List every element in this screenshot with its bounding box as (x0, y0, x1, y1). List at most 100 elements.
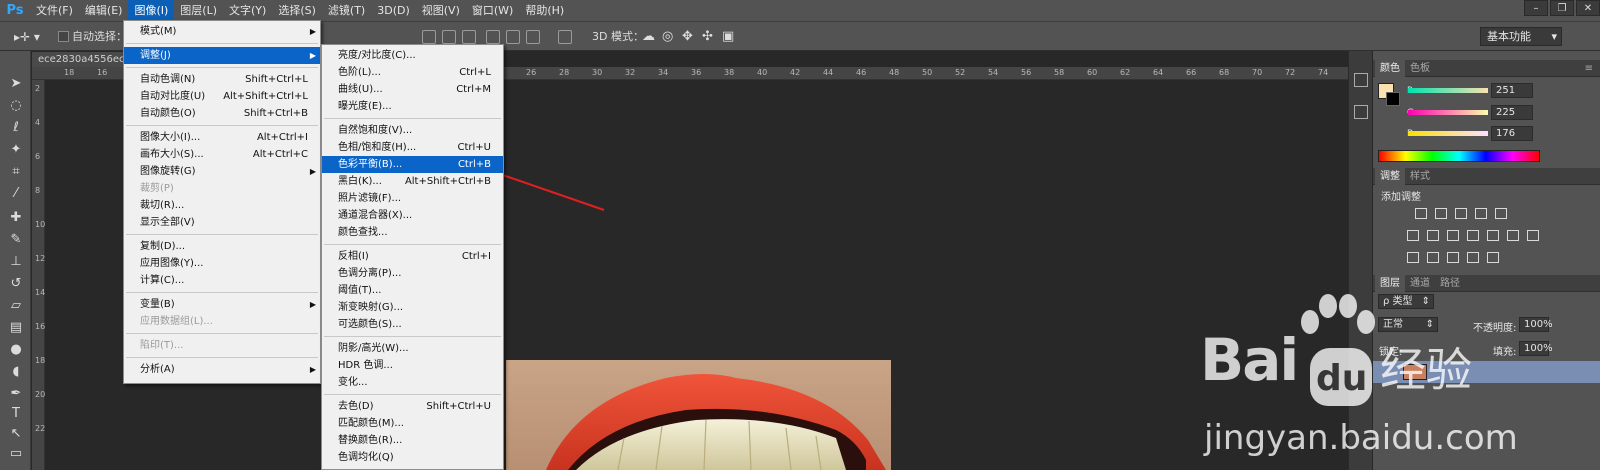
menu-5[interactable]: 选择(S) (272, 0, 322, 21)
image-menu-item[interactable]: 计算(C)... (124, 272, 320, 289)
threshold-icon[interactable] (1447, 252, 1459, 263)
vibrance-triangle-icon[interactable] (1495, 208, 1507, 219)
restore-button[interactable]: ❐ (1550, 0, 1574, 16)
crop-tool-icon[interactable]: ⌗ (6, 163, 26, 181)
layer-row[interactable] (1373, 361, 1600, 383)
brightness-icon[interactable] (1415, 208, 1427, 219)
image-menu-item[interactable]: 变量(B) ▶ (124, 296, 320, 313)
posterize-icon[interactable] (1427, 252, 1439, 263)
adjust-menu-item[interactable]: 可选颜色(S)... (322, 316, 503, 333)
channel-b-slider[interactable] (1408, 131, 1488, 136)
color-spectrum[interactable] (1378, 150, 1540, 162)
adjust-menu-item[interactable]: 替换颜色(R)... (322, 432, 503, 449)
menu-3[interactable]: 图层(L) (174, 0, 223, 21)
gradient-tool-icon[interactable]: ▤ (6, 319, 26, 337)
type-tool-icon[interactable]: T (6, 405, 26, 423)
align-hcenter-icon[interactable] (506, 30, 520, 44)
tab-color[interactable]: 颜色 (1375, 60, 1405, 77)
document-tab[interactable]: ece2830a4556ecf (32, 52, 136, 67)
magic-wand-icon[interactable]: ✦ (6, 141, 26, 159)
adjust-menu-item[interactable]: 曲线(U)... Ctrl+M (322, 81, 503, 98)
menu-8[interactable]: 视图(V) (416, 0, 466, 21)
adjust-menu-item[interactable]: 阈值(T)... (322, 282, 503, 299)
shape-tool-icon[interactable]: ▭ (6, 445, 26, 463)
levels-icon[interactable] (1435, 208, 1447, 219)
menu-4[interactable]: 文字(Y) (223, 0, 272, 21)
adjust-menu-item[interactable]: 黑白(K)... Alt+Shift+Ctrl+B (322, 173, 503, 190)
panel-menu-icon[interactable]: ≡ (1580, 60, 1598, 77)
image-menu-item[interactable]: 图像旋转(G) ▶ (124, 163, 320, 180)
adjust-menu-item[interactable]: 颜色查找... (322, 224, 503, 241)
tab-channels[interactable]: 通道 (1405, 275, 1435, 292)
adjust-menu-item[interactable]: 变化... (322, 374, 503, 391)
history-panel-icon[interactable] (1354, 73, 1368, 87)
align-vcenter-icon[interactable] (442, 30, 456, 44)
eraser-icon[interactable]: ▱ (6, 297, 26, 315)
opacity-value[interactable]: 100% (1519, 317, 1553, 332)
tab-layers[interactable]: 图层 (1375, 275, 1405, 292)
dodge-tool-icon[interactable]: ◖ (6, 363, 26, 381)
adjust-menu-item[interactable]: 曝光度(E)... (322, 98, 503, 115)
color-lookup-icon[interactable] (1527, 230, 1539, 241)
align-top-icon[interactable] (422, 30, 436, 44)
brush-tool-icon[interactable]: ✎ (6, 231, 26, 249)
adjust-menu-item[interactable]: 通道混合器(X)... (322, 207, 503, 224)
3d-scale-icon[interactable]: ▣ (722, 29, 734, 45)
selective-color-icon[interactable] (1467, 252, 1479, 263)
eyedropper-icon[interactable]: ⁄ (6, 185, 26, 203)
align-left-icon[interactable] (486, 30, 500, 44)
move-tool-icon[interactable]: ➤ (6, 75, 26, 93)
image-menu-item[interactable]: 自动色调(N) Shift+Ctrl+L (124, 71, 320, 88)
close-button[interactable]: ✕ (1576, 0, 1600, 16)
tab-swatches[interactable]: 色板 (1405, 60, 1435, 77)
align-right-icon[interactable] (526, 30, 540, 44)
marquee-tool-icon[interactable]: ◌ (6, 97, 26, 115)
adjust-menu-item[interactable]: 色相/饱和度(H)... Ctrl+U (322, 139, 503, 156)
layer-filter-select[interactable]: ρ 类型 ⇕ (1378, 294, 1434, 309)
vibrance-icon[interactable] (1407, 230, 1419, 241)
menu-6[interactable]: 滤镜(T) (322, 0, 371, 21)
image-menu-item[interactable]: 显示全部(V) (124, 214, 320, 231)
image-menu-item[interactable]: 调整(J) ▶ (124, 47, 320, 64)
color-balance-icon[interactable] (1447, 230, 1459, 241)
clone-stamp-icon[interactable]: ⊥ (6, 253, 26, 271)
channel-mixer-icon[interactable] (1507, 230, 1519, 241)
invert-icon[interactable] (1407, 252, 1419, 263)
menu-1[interactable]: 编辑(E) (79, 0, 129, 21)
align-bottom-icon[interactable] (462, 30, 476, 44)
channel-g-value[interactable]: 225 (1491, 105, 1533, 120)
adjust-menu-item[interactable]: 阴影/高光(W)... (322, 340, 503, 357)
properties-panel-icon[interactable] (1354, 105, 1368, 119)
adjust-menu-item[interactable]: 渐变映射(G)... (322, 299, 503, 316)
3d-slide-icon[interactable]: ✣ (702, 29, 713, 45)
tab-paths[interactable]: 路径 (1435, 275, 1465, 292)
exposure-icon[interactable] (1475, 208, 1487, 219)
image-menu-item[interactable]: 自动颜色(O) Shift+Ctrl+B (124, 105, 320, 122)
history-brush-icon[interactable]: ↺ (6, 275, 26, 293)
channel-g-slider[interactable] (1408, 110, 1488, 115)
adjust-menu-item[interactable]: 色阶(L)... Ctrl+L (322, 64, 503, 81)
fill-value[interactable]: 100% (1519, 341, 1553, 356)
background-swatch[interactable] (1386, 92, 1400, 106)
image-menu-item[interactable]: 图像大小(I)... Alt+Ctrl+I (124, 129, 320, 146)
image-menu-item[interactable]: 复制(D)... (124, 238, 320, 255)
menu-0[interactable]: 文件(F) (30, 0, 79, 21)
adjust-menu-item[interactable]: 色调均化(Q) (322, 449, 503, 466)
channel-b-value[interactable]: 176 (1491, 126, 1533, 141)
black-white-icon[interactable] (1467, 230, 1479, 241)
lasso-tool-icon[interactable]: ℓ (6, 119, 26, 137)
auto-select-checkbox[interactable] (58, 31, 69, 42)
adjust-menu-item[interactable]: 匹配颜色(M)... (322, 415, 503, 432)
blend-mode-select[interactable]: 正常 ⇕ (1378, 317, 1438, 332)
path-select-icon[interactable]: ↖ (6, 425, 26, 443)
adjust-menu-item[interactable]: 亮度/对比度(C)... (322, 47, 503, 64)
auto-align-icon[interactable] (558, 30, 572, 44)
adjust-menu-item[interactable]: HDR 色调... (322, 357, 503, 374)
menu-7[interactable]: 3D(D) (371, 0, 416, 21)
pen-tool-icon[interactable]: ✒ (6, 385, 26, 403)
minimize-button[interactable]: – (1524, 0, 1548, 16)
channel-r-value[interactable]: 251 (1491, 83, 1533, 98)
tab-adjustments[interactable]: 调整 (1375, 168, 1405, 185)
menu-2[interactable]: 图像(I) (128, 0, 175, 21)
3d-roll-icon[interactable]: ◎ (662, 29, 673, 45)
